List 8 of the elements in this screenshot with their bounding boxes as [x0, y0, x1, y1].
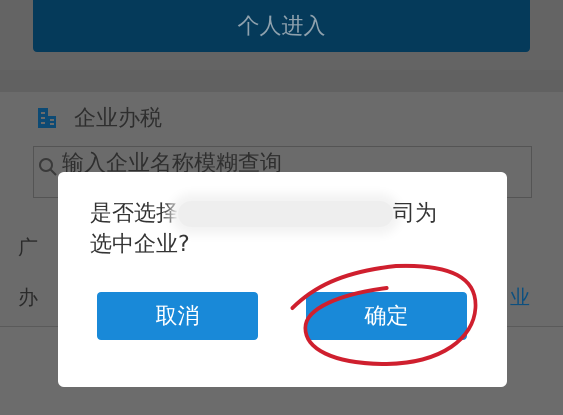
- dialog-message: 是否选择 司为 选中企业?: [90, 200, 438, 259]
- cancel-button[interactable]: 取消: [97, 292, 258, 340]
- confirm-button[interactable]: 确定: [306, 292, 467, 340]
- search-icon: [38, 157, 58, 177]
- personal-entry-button[interactable]: 个人进入: [33, 0, 530, 52]
- section-title: 企业办税: [74, 105, 162, 133]
- list-text: 办: [18, 284, 38, 310]
- list-text: 广: [18, 234, 38, 260]
